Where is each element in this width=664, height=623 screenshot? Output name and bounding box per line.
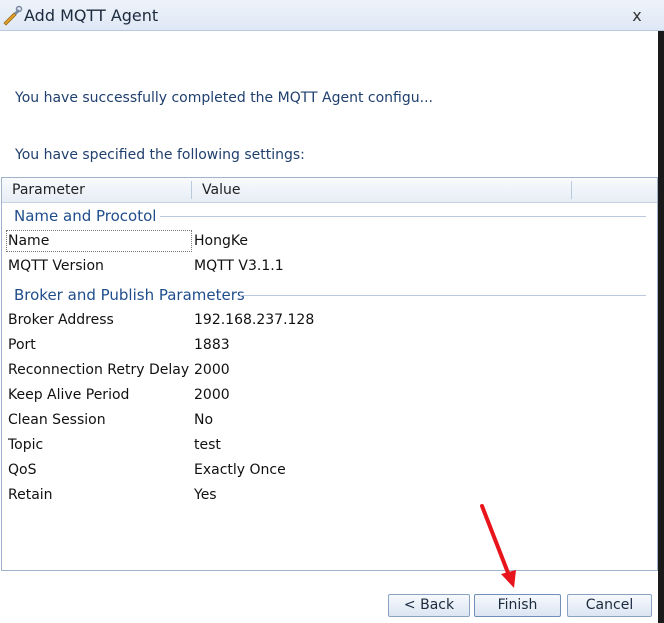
- param-value: Yes: [194, 487, 217, 503]
- grid-header: Parameter Value: [2, 178, 657, 203]
- table-row[interactable]: MQTT Version MQTT V3.1.1: [2, 254, 657, 279]
- settings-intro: You have specified the following setting…: [15, 147, 305, 163]
- param-value: No: [194, 412, 214, 428]
- window-title: Add MQTT Agent: [24, 6, 159, 25]
- cancel-button[interactable]: Cancel: [567, 594, 652, 617]
- close-button[interactable]: x: [626, 6, 648, 26]
- table-row[interactable]: Port 1883: [2, 333, 657, 358]
- param-value: HongKe: [194, 233, 248, 249]
- finish-button[interactable]: Finish: [474, 594, 561, 617]
- table-row[interactable]: Topic test: [2, 433, 657, 458]
- param-name: Retain: [8, 487, 53, 503]
- completion-message: You have successfully completed the MQTT…: [15, 90, 433, 106]
- column-separator[interactable]: [571, 181, 572, 199]
- param-value: 2000: [194, 362, 230, 378]
- table-row[interactable]: Reconnection Retry Delay 2000: [2, 358, 657, 383]
- param-name: Port: [8, 337, 36, 353]
- column-separator[interactable]: [191, 181, 192, 199]
- param-name: Keep Alive Period: [8, 387, 130, 403]
- table-row[interactable]: Clean Session No: [2, 408, 657, 433]
- table-row[interactable]: Broker Address 192.168.237.128: [2, 308, 657, 333]
- wrench-pencil-icon: [3, 5, 23, 26]
- param-value: test: [194, 437, 221, 453]
- group-header-broker-publish: Broker and Publish Parameters: [14, 286, 245, 304]
- param-name: Reconnection Retry Delay: [8, 362, 190, 378]
- param-value: MQTT V3.1.1: [194, 258, 284, 274]
- param-name: Topic: [8, 437, 44, 453]
- group-divider: [160, 216, 646, 217]
- red-arrow-annotation: [480, 504, 516, 588]
- back-button[interactable]: < Back: [388, 594, 470, 617]
- table-row[interactable]: Keep Alive Period 2000: [2, 383, 657, 408]
- param-value: 192.168.237.128: [194, 312, 315, 328]
- title-bar: Add MQTT Agent x: [0, 0, 664, 31]
- column-header-parameter[interactable]: Parameter: [12, 182, 85, 198]
- param-name: Clean Session: [8, 412, 106, 428]
- table-row[interactable]: Retain Yes: [2, 483, 657, 508]
- param-name: QoS: [8, 462, 37, 478]
- param-name: MQTT Version: [8, 258, 104, 274]
- param-name: Broker Address: [8, 312, 114, 328]
- param-value: Exactly Once: [194, 462, 286, 478]
- column-header-value[interactable]: Value: [202, 182, 240, 198]
- window-edge: [658, 31, 664, 623]
- param-name: Name: [8, 233, 50, 249]
- table-row[interactable]: Name HongKe: [2, 229, 657, 254]
- group-header-name-protocol: Name and Procotol: [14, 207, 157, 225]
- table-row[interactable]: QoS Exactly Once: [2, 458, 657, 483]
- settings-grid[interactable]: Parameter Value Name and Procotol Name H…: [1, 177, 658, 571]
- param-value: 1883: [194, 337, 230, 353]
- param-value: 2000: [194, 387, 230, 403]
- group-divider: [240, 295, 646, 296]
